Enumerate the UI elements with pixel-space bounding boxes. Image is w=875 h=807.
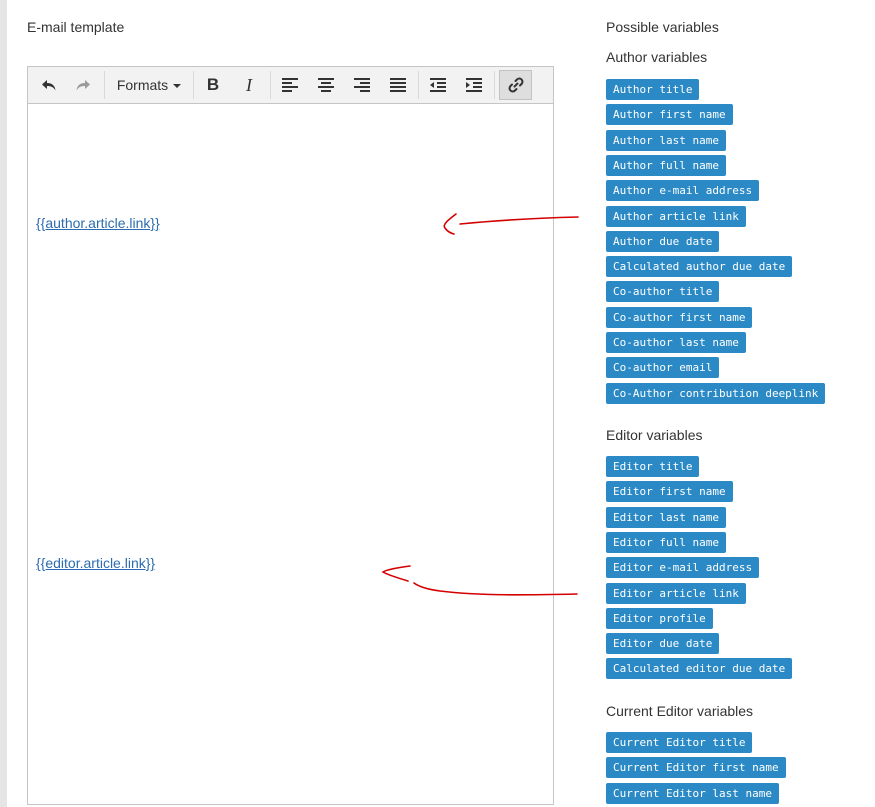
indent-icon — [466, 78, 482, 92]
link-icon — [507, 76, 525, 94]
variable-tag-editor-e-mail-address[interactable]: Editor e-mail address — [606, 557, 760, 579]
formats-dropdown[interactable]: Formats — [110, 70, 188, 100]
bold-button[interactable]: B — [198, 70, 228, 100]
align-center-icon — [318, 78, 334, 92]
variable-tag-calculated-editor-due-date[interactable]: Calculated editor due date — [606, 658, 793, 680]
toolbar-separator — [270, 71, 271, 99]
caret-down-icon — [173, 84, 182, 88]
variable-tag-co-author-last-name[interactable]: Co-author last name — [606, 332, 746, 353]
variable-tag-editor-title[interactable]: Editor title — [606, 456, 700, 477]
variable-tag-current-editor-last-name[interactable]: Current Editor last name — [606, 782, 779, 804]
redo-icon — [75, 77, 91, 93]
variable-tag-author-title[interactable]: Author title — [606, 79, 700, 100]
variable-tag-current-editor-first-name[interactable]: Current Editor first name — [606, 757, 786, 779]
variable-tag-editor-last-name[interactable]: Editor last name — [606, 506, 726, 528]
variable-tag-editor-full-name[interactable]: Editor full name — [606, 531, 726, 553]
italic-button[interactable]: I — [234, 70, 264, 100]
toolbar-separator — [494, 71, 495, 99]
toolbar-separator — [418, 71, 419, 99]
email-template-title: E-mail template — [27, 19, 125, 35]
align-left-button[interactable] — [275, 70, 305, 100]
align-justify-button[interactable] — [383, 70, 413, 100]
variable-tag-co-author-first-name[interactable]: Co-author first name — [606, 306, 753, 328]
italic-icon: I — [246, 74, 252, 95]
outdent-icon — [430, 78, 446, 92]
indent-button[interactable] — [459, 70, 489, 100]
redo-button[interactable] — [68, 70, 98, 100]
variable-tag-current-editor-title[interactable]: Current Editor title — [606, 732, 753, 753]
email-template-editor[interactable]: Formats B I {{author.article.link}} {{ed… — [27, 66, 554, 805]
possible-variables-title: Possible variables — [606, 19, 719, 35]
editor-variables-heading: Editor variables — [606, 427, 703, 443]
variable-tag-author-full-name[interactable]: Author full name — [606, 154, 726, 176]
variable-tag-author-article-link[interactable]: Author article link — [606, 205, 746, 227]
align-right-button[interactable] — [347, 70, 377, 100]
author-article-link-placeholder[interactable]: {{author.article.link}} — [36, 215, 160, 231]
align-justify-icon — [390, 78, 406, 92]
outdent-button[interactable] — [423, 70, 453, 100]
undo-button[interactable] — [34, 70, 64, 100]
align-right-icon — [354, 78, 370, 92]
current-editor-variables-heading: Current Editor variables — [606, 703, 754, 719]
variable-tag-author-first-name[interactable]: Author first name — [606, 104, 733, 126]
variable-tag-editor-article-link[interactable]: Editor article link — [606, 582, 746, 604]
toolbar-separator — [104, 71, 105, 99]
undo-icon — [41, 77, 57, 93]
formats-label: Formats — [116, 77, 169, 93]
variable-tag-editor-profile[interactable]: Editor profile — [606, 607, 713, 629]
toolbar-separator — [193, 71, 194, 99]
variable-tag-calculated-author-due-date[interactable]: Calculated author due date — [606, 256, 793, 278]
variable-tag-author-last-name[interactable]: Author last name — [606, 129, 726, 151]
variable-tag-author-due-date[interactable]: Author due date — [606, 230, 720, 252]
bold-icon: B — [206, 75, 220, 94]
author-variables-heading: Author variables — [606, 49, 708, 65]
link-button[interactable] — [499, 70, 532, 100]
align-left-icon — [282, 78, 298, 92]
variable-tag-co-author-contribution-deeplink[interactable]: Co-Author contribution deeplink — [606, 382, 826, 404]
page-left-strip — [0, 0, 7, 807]
variable-tag-co-author-title[interactable]: Co-author title — [606, 281, 720, 303]
variable-tag-co-author-email[interactable]: Co-author email — [606, 357, 720, 379]
align-center-button[interactable] — [311, 70, 341, 100]
variable-tag-editor-due-date[interactable]: Editor due date — [606, 633, 720, 655]
variable-tag-author-e-mail-address[interactable]: Author e-mail address — [606, 180, 760, 202]
editor-toolbar: Formats B I — [28, 67, 553, 104]
variable-tag-editor-first-name[interactable]: Editor first name — [606, 481, 733, 503]
editor-article-link-placeholder[interactable]: {{editor.article.link}} — [36, 555, 155, 571]
